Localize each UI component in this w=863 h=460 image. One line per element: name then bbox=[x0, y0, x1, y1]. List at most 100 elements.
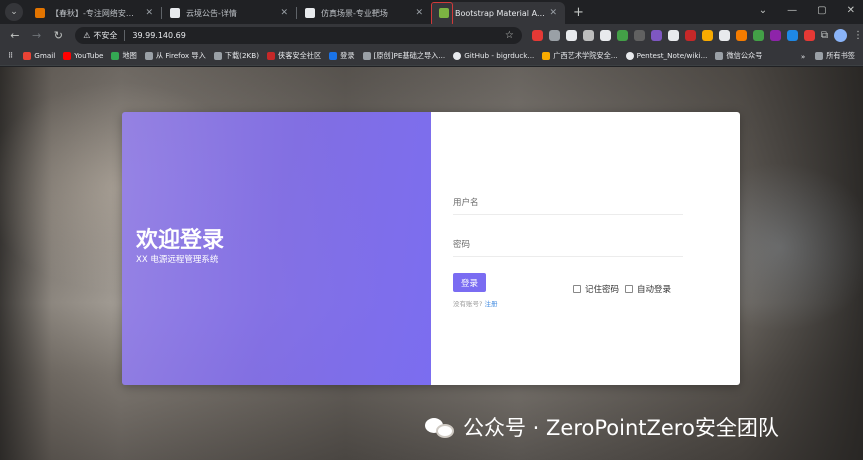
bookmark-folder-firefox[interactable]: 从 Firefox 导入 bbox=[144, 50, 206, 61]
username-field[interactable]: 用户名 bbox=[453, 196, 683, 215]
extension-icon[interactable] bbox=[803, 29, 815, 41]
checkbox-box[interactable] bbox=[625, 285, 634, 293]
tab-search-button[interactable]: ⌄ bbox=[5, 3, 23, 21]
extension-icon[interactable] bbox=[769, 29, 781, 41]
extension-icon[interactable] bbox=[565, 29, 577, 41]
warning-icon: ⚠ bbox=[83, 30, 91, 40]
globe-icon bbox=[715, 51, 724, 60]
remember-password-checkbox[interactable]: 记住密码 bbox=[573, 283, 619, 295]
extension-icon[interactable] bbox=[548, 29, 560, 41]
bookmark-pe-import[interactable]: [原创]PE基础之导入... bbox=[362, 50, 446, 61]
extension-icon[interactable] bbox=[531, 29, 543, 41]
security-indicator[interactable]: ⚠ 不安全 bbox=[83, 29, 126, 41]
tab-list-icon[interactable]: ⌄ bbox=[759, 5, 767, 16]
reload-icon[interactable]: ↻ bbox=[47, 29, 69, 42]
wechat-icon bbox=[425, 416, 455, 438]
gxart-icon bbox=[542, 51, 551, 60]
bookmark-label: 下载(2KB) bbox=[224, 50, 259, 60]
extension-icon[interactable] bbox=[718, 29, 730, 41]
chunqiu-favicon-icon bbox=[35, 8, 45, 18]
all-bookmarks-button[interactable]: 所有书签 bbox=[815, 51, 855, 61]
bookmark-login[interactable]: 登录 bbox=[329, 50, 355, 61]
bookmark-gmail[interactable]: Gmail bbox=[23, 51, 55, 60]
close-window-icon[interactable]: ✕ bbox=[847, 5, 855, 16]
extension-icon[interactable] bbox=[633, 29, 645, 41]
bookmark-maps[interactable]: 地图 bbox=[111, 50, 137, 61]
bookmark-label: 登录 bbox=[340, 50, 355, 60]
bookmarks-right: » 所有书签 bbox=[801, 46, 855, 66]
new-tab-button[interactable]: + bbox=[573, 5, 584, 20]
bookmark-label: Pentest_Note/wiki... bbox=[636, 51, 708, 60]
youtube-icon bbox=[63, 51, 72, 60]
bootstrap-favicon-icon bbox=[439, 8, 449, 18]
extensions-row: ⧉ ⋮ bbox=[531, 28, 863, 42]
close-tab-icon[interactable]: ✕ bbox=[549, 8, 557, 18]
address-bar[interactable]: ⚠ 不安全 39.99.140.69 ☆ bbox=[75, 26, 522, 44]
checkbox-box[interactable] bbox=[573, 285, 581, 293]
tab-label: 仿真场景-专业靶场 bbox=[321, 8, 388, 18]
tab-yunjing-notice[interactable]: 云境公告-详情 ✕ bbox=[162, 2, 296, 24]
extension-icon[interactable] bbox=[616, 29, 628, 41]
login-button[interactable]: 登录 bbox=[453, 273, 486, 292]
more-menu-icon[interactable]: ⋮ bbox=[853, 30, 863, 41]
bookmark-wechat-mp[interactable]: 微信公众号 bbox=[715, 51, 762, 61]
bookmark-xiake[interactable]: 侠客安全社区 bbox=[267, 51, 321, 61]
password-field[interactable]: 密码 bbox=[453, 238, 683, 257]
profile-avatar[interactable] bbox=[834, 28, 848, 42]
close-tab-icon[interactable]: ✕ bbox=[145, 8, 153, 18]
extension-icon[interactable] bbox=[650, 29, 662, 41]
bookmark-label: YouTube bbox=[74, 51, 104, 60]
bookmarks-overflow-icon[interactable]: » bbox=[801, 52, 805, 61]
extension-icon[interactable] bbox=[735, 29, 747, 41]
globe-icon bbox=[362, 51, 371, 60]
page-favicon-icon bbox=[170, 8, 180, 18]
back-icon[interactable]: ← bbox=[4, 29, 26, 42]
extension-icon[interactable] bbox=[684, 29, 696, 41]
url-text: 39.99.140.69 bbox=[132, 30, 186, 40]
tab-bootstrap-admin[interactable]: Bootstrap Material Admin ✕ bbox=[431, 2, 565, 26]
bookmark-label: [原创]PE基础之导入... bbox=[373, 50, 446, 60]
maximize-icon[interactable]: ▢ bbox=[817, 5, 826, 16]
bookmark-github[interactable]: GitHub - bigrduck... bbox=[453, 51, 534, 60]
extension-icon[interactable] bbox=[582, 29, 594, 41]
extension-icon[interactable] bbox=[701, 29, 713, 41]
extensions-puzzle-icon[interactable]: ⧉ bbox=[821, 30, 828, 41]
apps-grid-icon[interactable]: ⠿ bbox=[8, 51, 13, 60]
tab-label: 云境公告-详情 bbox=[186, 8, 237, 18]
checkbox-label: 自动登录 bbox=[637, 285, 672, 295]
bookmark-youtube[interactable]: YouTube bbox=[63, 51, 103, 60]
bookmark-label: 地图 bbox=[122, 50, 137, 60]
extension-icon[interactable] bbox=[667, 29, 679, 41]
close-tab-icon[interactable]: ✕ bbox=[415, 8, 423, 18]
minimize-icon[interactable]: — bbox=[787, 5, 797, 16]
security-label: 不安全 bbox=[93, 30, 118, 40]
register-link[interactable]: 注册 bbox=[485, 300, 498, 308]
bookmark-label: 侠客安全社区 bbox=[278, 50, 322, 60]
bookmark-label: 微信公众号 bbox=[726, 50, 763, 60]
bookmark-label: 从 Firefox 导入 bbox=[155, 50, 206, 60]
tab-label: Bootstrap Material Admin bbox=[455, 8, 545, 18]
bookmark-pentest-note[interactable]: Pentest_Note/wiki... bbox=[625, 51, 708, 60]
login-site-icon bbox=[329, 51, 338, 60]
bookmarks-bar: ⠿ Gmail YouTube 地图 从 Firefox 导入 下载(2KB) … bbox=[0, 46, 863, 66]
tab-chunqiu[interactable]: 【春秋】-专注网络安全_信息安全 ✕ bbox=[27, 2, 161, 24]
tab-range-scenario[interactable]: 仿真场景-专业靶场 ✕ bbox=[297, 2, 431, 24]
extension-icon[interactable] bbox=[786, 29, 798, 41]
checkbox-label: 记住密码 bbox=[585, 285, 620, 295]
bookmark-download[interactable]: 下载(2KB) bbox=[213, 50, 259, 61]
bookmark-star-icon[interactable]: ☆ bbox=[505, 30, 514, 41]
gmail-icon bbox=[23, 51, 32, 60]
extension-icon[interactable] bbox=[752, 29, 764, 41]
bookmark-label: GitHub - bigrduck... bbox=[464, 51, 535, 60]
tab-strip: ⌄ 【春秋】-专注网络安全_信息安全 ✕ 云境公告-详情 ✕ 仿真场景-专业靶场… bbox=[0, 0, 863, 26]
forward-icon[interactable]: → bbox=[26, 29, 48, 42]
xiake-icon bbox=[267, 51, 275, 60]
globe-icon bbox=[213, 51, 222, 60]
extension-icon[interactable] bbox=[599, 29, 611, 41]
close-tab-icon[interactable]: ✕ bbox=[280, 8, 288, 18]
bookmark-gxart[interactable]: 广西艺术学院安全... bbox=[542, 51, 618, 61]
watermark: 公众号 · ZeroPointZero安全团队 bbox=[425, 412, 779, 442]
watermark-text: 公众号 · ZeroPointZero安全团队 bbox=[463, 416, 779, 440]
browser-toolbar: ← → ↻ ⚠ 不安全 39.99.140.69 ☆ ⧉ ⋮ bbox=[0, 24, 863, 46]
auto-login-checkbox[interactable]: 自动登录 bbox=[625, 283, 671, 295]
